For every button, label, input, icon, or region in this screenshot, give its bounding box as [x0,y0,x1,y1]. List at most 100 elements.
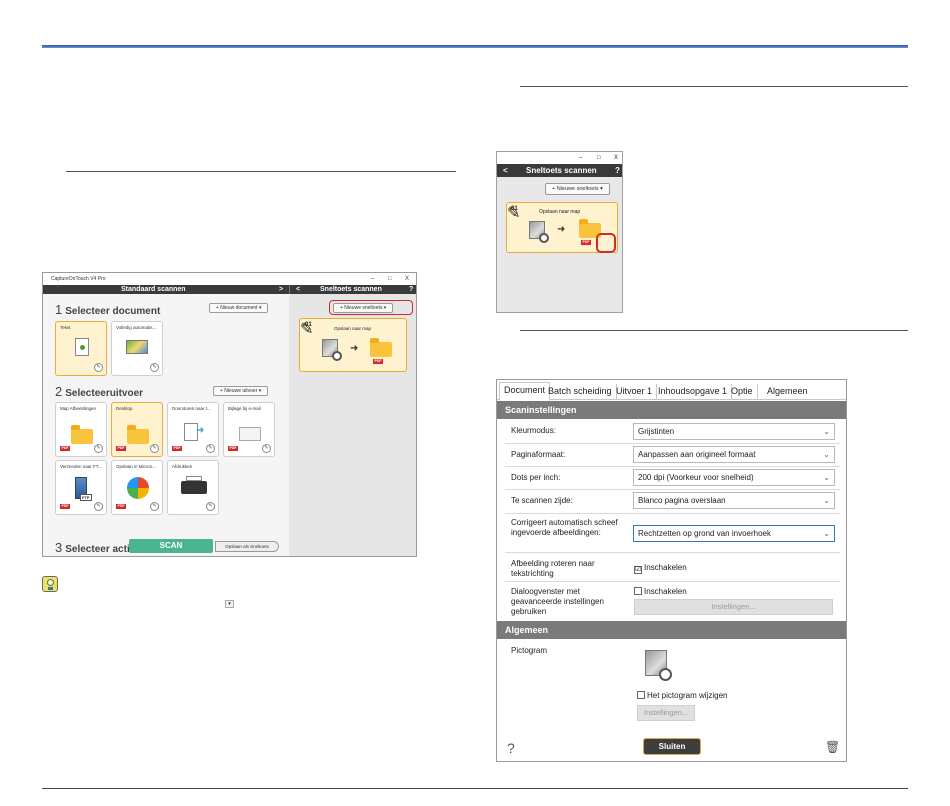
standard-scan-header: Standaard scannen > [43,285,289,294]
pictogram-checkbox[interactable]: Het pictogram wijzigen [637,691,727,700]
pdf-badge: PDF [581,240,591,245]
step3-number: 3 [55,540,63,555]
scan-overlay-icon [659,668,672,681]
output-card-label: Doorsturen naar t... [172,406,211,411]
help-icon[interactable]: ? [409,285,413,294]
highlight-edit-pencil [596,233,616,253]
kleurmodus-select[interactable]: Grijstinten ⌄ [633,423,835,440]
standard-scan-panel: 1 Selecteer document + Nieuw document ▾ T… [43,294,289,556]
edit-pencil-icon[interactable]: ✎ [150,363,159,372]
close-icon[interactable]: X [405,273,409,285]
checkbox-box [634,587,642,595]
step1-title: Selecteer document [65,306,161,317]
scheef-select[interactable]: Rechtzetten op grond van invoerhoek ⌄ [633,525,835,542]
step2-title: Selecteeruitvoer [65,388,144,399]
text-document-icon [75,338,89,356]
pictogram-settings-button[interactable]: Instellingen... [637,705,695,721]
edit-pencil-icon[interactable]: ✎ [206,444,215,453]
tip-lightbulb-icon [42,576,58,592]
trash-icon[interactable]: 🗑 [825,740,840,754]
output-card-label: Opslaan in Micros... [116,464,156,469]
ftp-badge: FTP [80,494,92,501]
shortcut-scan-header: < Sneltoets scannen ? [289,285,416,294]
save-as-shortcut-button[interactable]: Opslaan als Sneltoets [215,541,279,552]
back-icon[interactable]: < [503,164,508,177]
maximize-icon[interactable]: □ [388,273,392,285]
edit-pencil-icon[interactable]: ✎ [150,444,159,453]
header-rule [42,45,908,48]
tab-uitvoer-1[interactable]: Uitvoer 1 [612,384,658,400]
shortcut-card[interactable]: 01 Opslaan naar map ➜ PDF ✎ [299,318,407,372]
dropdown-arrow-icon: ▾ [225,600,234,608]
help-icon[interactable]: ? [615,164,620,177]
output-card-desktop[interactable]: Desktop PDF ✎ [111,402,163,457]
geavanceerd-checkbox[interactable]: Inschakelen [634,587,687,596]
pictogram-scan-icon [645,650,672,681]
edit-pencil-icon[interactable]: ✎ [262,444,271,453]
section-rule-right-top [520,86,908,87]
section-rule-right-mid [520,330,908,331]
output-card-print[interactable]: Afdrukken ✎ [167,460,219,515]
output-card-email[interactable]: Bijlage bij e-mail PDF ✎ [223,402,275,457]
step1-heading: 1 Selecteer document [55,302,160,317]
section-algemeen: Algemeen [497,621,846,639]
popup-header: < Sneltoets scannen ? [497,164,622,177]
new-output-button[interactable]: + Nieuwe uitvoer ▾ [213,386,269,396]
help-icon[interactable]: ? [507,740,515,756]
scan-document-icon [529,221,549,243]
nav-prev-icon[interactable]: < [296,285,300,294]
pdf-badge: PDF [60,504,70,509]
envelope-icon [239,427,261,441]
scan-button[interactable]: SCAN [129,539,213,553]
new-shortcut-button[interactable]: + Nieuwe sneltoets ▾ [545,183,610,195]
geavanceerd-label: Dialoogvenster met geavanceerde instelli… [511,587,604,616]
edit-pencil-icon[interactable]: ✎ [206,502,215,511]
output-card-ftp[interactable]: Verzenden naar FT... FTP PDF ✎ [55,460,107,515]
tab-algemeen[interactable]: Algemeen [763,384,812,400]
maximize-icon[interactable]: □ [597,152,601,164]
minimize-icon[interactable]: – [371,273,374,285]
tab-optie[interactable]: Optie [727,384,758,400]
scan-overlay-icon [332,351,342,361]
edit-pencil-icon[interactable]: ✎ [150,502,159,511]
document-card-auto[interactable]: Volledig automatis... ✎ [111,321,163,376]
tab-batch-scheiding[interactable]: Batch scheiding [544,384,617,400]
row-divider [505,443,840,444]
new-document-button[interactable]: + Nieuw document ▾ [209,303,269,313]
tab-inhoudsopgave-1[interactable]: Inhoudsopgave 1 [654,384,733,400]
edit-pencil-icon[interactable]: ✎ [94,502,103,511]
shortcut-index: 01 [305,322,312,328]
roteren-label: Afbeelding roteren naar tekstrichting [511,559,595,578]
zijde-select[interactable]: Blanco pagina overslaan ⌄ [633,492,835,509]
window-title: CaptureOnTouch V4 Pro [51,276,106,282]
paginaformaat-select[interactable]: Aanpassen aan origineel formaat ⌄ [633,446,835,463]
edit-pencil-icon[interactable]: ✎ [94,444,103,453]
roteren-checkbox[interactable]: ☑ Inschakelen [634,563,687,574]
pdf-badge: PDF [116,504,126,509]
advanced-settings-button[interactable]: Instellingen... [634,599,833,615]
chevron-down-icon: ⌄ [823,529,830,538]
arrow-icon: ➜ [557,224,566,235]
forward-arrow-icon: ➜ [196,425,205,436]
bulb-shape [47,579,54,586]
close-icon[interactable]: X [614,152,618,164]
document-card-label: Tekst [60,325,71,330]
output-card-map-afbeeldingen[interactable]: Map Afbeeldingen PDF ✎ [55,402,107,457]
chevron-down-icon: ⌄ [823,427,830,436]
output-card-forward[interactable]: Doorsturen naar t... ➜ PDF ✎ [167,402,219,457]
nav-next-icon[interactable]: > [279,285,283,294]
scheef-label: Corrigeert automatisch scheef ingevoerde… [511,518,618,537]
close-button[interactable]: Sluiten [643,738,701,755]
edit-pencil-icon[interactable]: ✎ [94,363,103,372]
document-card-tekst[interactable]: Tekst ✎ [55,321,107,376]
zijde-label: Te scannen zijde: [511,496,573,505]
dpi-select[interactable]: 200 dpi (Voorkeur voor snelheid) ⌄ [633,469,835,486]
output-card-sharepoint[interactable]: Opslaan in Micros... PDF ✎ [111,460,163,515]
dpi-value: 200 dpi (Voorkeur voor snelheid) [638,473,754,482]
output-card-label: Map Afbeeldingen [60,406,97,411]
checkbox-box: ☑ [634,566,642,574]
row-divider [505,513,840,514]
step2-number: 2 [55,384,63,399]
minimize-icon[interactable]: – [579,152,582,164]
tab-document[interactable]: Document [499,382,551,401]
